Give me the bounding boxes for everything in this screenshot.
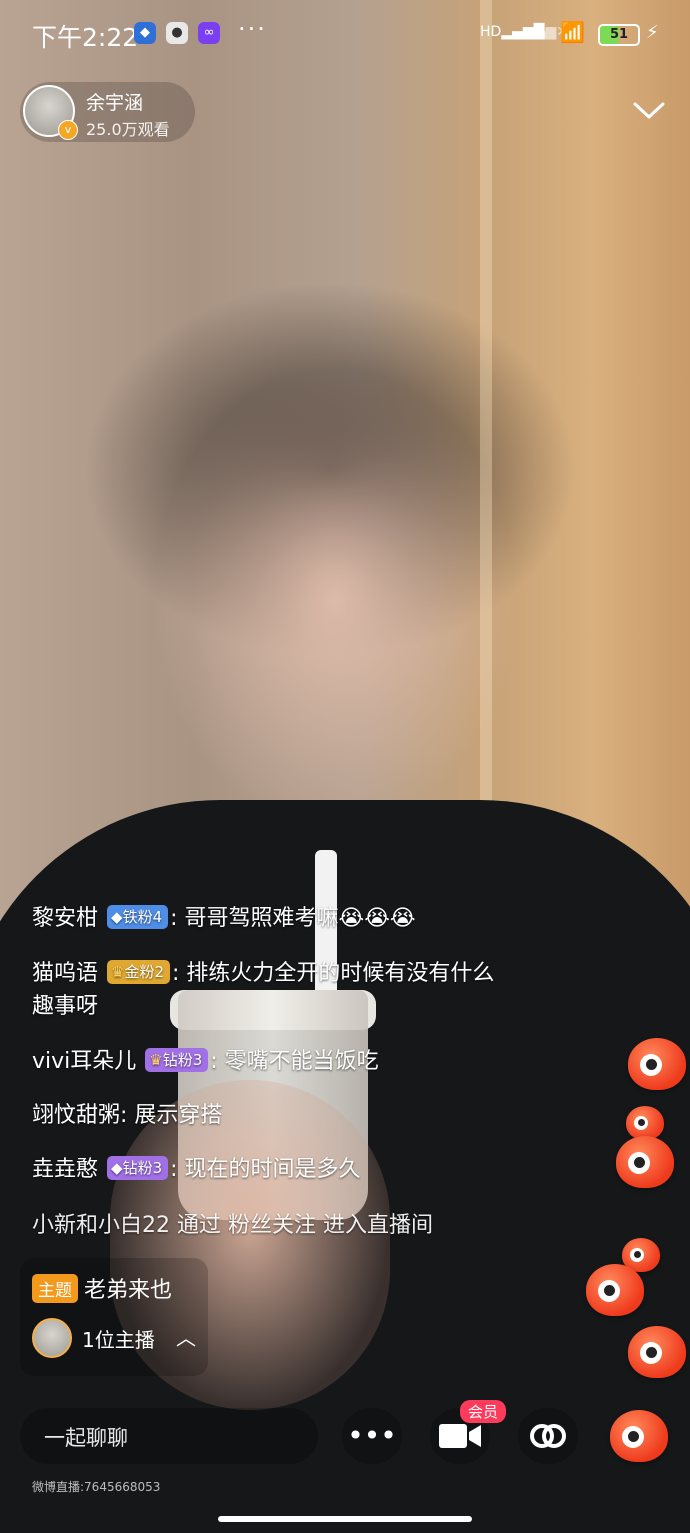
viewer-count: 25.0万观看 [86,120,170,139]
chat-message[interactable]: 垚垚憨 ◆钻粉3: 现在的时间是多久 [32,1151,361,1183]
bottom-bar: 一起聊聊 ••• [0,1408,690,1468]
watermark-footer: 微博直播:7645668053 [32,1480,161,1494]
chevron-up-icon[interactable]: ︿ [176,1322,196,1351]
link-icon [530,1424,566,1448]
status-bar: 下午2:22 ◆ ● ∞ ··· HD▂▄▆█ ▂▄▆✕ 📶 51 ⚡ [0,0,690,70]
topic-host-count: 1位主播 [82,1328,155,1352]
fan-badge-label: 钻粉3 [122,1159,163,1177]
fan-badge: ♛金粉2 [107,960,171,984]
battery-indicator: 51 [598,24,640,46]
chat-input[interactable]: 一起聊聊 [20,1408,318,1464]
system-join-message: 小新和小白22 通过 粉丝关注 进入直播间 [32,1207,433,1239]
live-stream-view: 下午2:22 ◆ ● ∞ ··· HD▂▄▆█ ▂▄▆✕ 📶 51 ⚡ v 余宇… [0,0,690,1533]
weibo-emoji-reaction [616,1136,674,1188]
join-highlight: 粉丝关注 [228,1213,317,1238]
topic-tag: 主题 [32,1274,78,1303]
chat-input-placeholder: 一起聊聊 [44,1426,128,1450]
join-prefix: 通过 [177,1213,222,1238]
chat-message[interactable]: vivi耳朵儿 ♛钻粉3: 零嘴不能当饭吃 [32,1043,379,1075]
chat-text: 现在的时间是多久 [184,1157,361,1182]
link-mic-button[interactable] [518,1408,578,1464]
chat-text: 趣事呀 [32,994,99,1019]
crown-icon: ♛ [149,1051,163,1069]
diamond-icon: ◆ [111,1159,123,1177]
verified-icon: v [58,120,78,140]
diamond-icon: ◆ [111,908,123,926]
weibo-emoji-reaction [628,1038,686,1090]
chat-username[interactable]: 翊忟甜粥 [32,1103,120,1128]
chat-message[interactable]: 猫呜语 ♛金粉2: 排练火力全开的时候有没有什么 [32,955,494,987]
fan-badge: ◆铁粉4 [107,905,169,929]
charging-icon: ⚡ [646,22,659,43]
wifi-icon: 📶 [560,20,585,44]
more-button[interactable]: ••• [342,1408,402,1464]
fan-badge-label: 金粉2 [124,963,165,981]
chat-text: 哥哥驾照难考嘛😭😭😭 [184,906,416,931]
crown-icon: ♛ [111,963,125,981]
link-notification-icon: ∞ [198,22,220,44]
chat-username[interactable]: 猫呜语 [32,961,98,986]
more-notifications-icon: ··· [238,15,267,43]
fan-badge: ◆钻粉3 [107,1156,169,1180]
avatar-notification-icon: ● [166,22,188,44]
chat-text: 排练火力全开的时候有没有什么 [186,961,495,986]
more-dots-icon: ••• [347,1419,397,1452]
app-notification-icon: ◆ [134,22,156,44]
status-time: 下午2:22 [32,23,139,52]
fan-badge: ♛钻粉3 [145,1048,209,1072]
background-wall [480,0,492,900]
chat-username[interactable]: vivi耳朵儿 [32,1049,136,1074]
join-username[interactable]: 小新和小白22 [32,1213,170,1238]
weibo-emoji-reaction [586,1264,644,1316]
chat-text: 展示穿搭 [134,1103,223,1128]
weibo-emoji-reaction [626,1106,664,1140]
home-indicator[interactable] [218,1516,472,1522]
topic-host-avatar [32,1318,72,1358]
fan-badge-label: 钻粉3 [162,1051,203,1069]
chat-username[interactable]: 黎安柑 [32,906,98,931]
weibo-emoji-reaction [628,1326,686,1378]
chat-username[interactable]: 垚垚憨 [32,1157,98,1182]
topic-card[interactable]: 主题 老弟来也 1位主播 ︿ [20,1258,208,1376]
chat-message-continuation: 趣事呀 [32,988,98,1020]
host-name[interactable]: 余宇涵 [86,88,143,115]
join-suffix: 进入直播间 [323,1213,434,1238]
battery-level: 51 [609,27,629,42]
collapse-chevron-icon[interactable] [632,96,666,124]
host-card[interactable]: v 余宇涵 25.0万观看 [20,82,195,142]
chat-message[interactable]: 翊忟甜粥: 展示穿搭 [32,1097,222,1129]
chat-message[interactable]: 黎安柑 ◆铁粉4: 哥哥驾照难考嘛😭😭😭 [32,900,416,932]
fan-badge-label: 铁粉4 [122,908,163,926]
topic-title: 老弟来也 [84,1278,173,1303]
chat-text: 零嘴不能当饭吃 [224,1049,379,1074]
vip-tag: 会员 [460,1400,507,1423]
